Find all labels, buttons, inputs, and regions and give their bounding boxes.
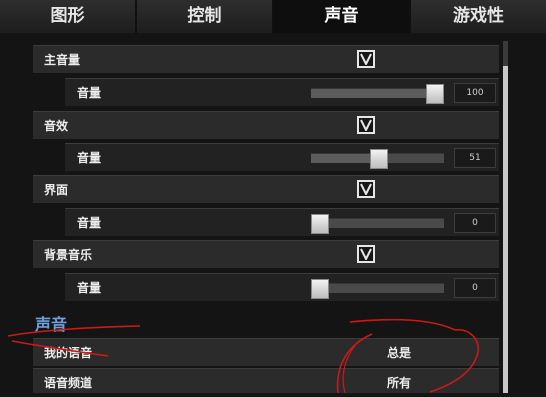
- sfx-volume-slider[interactable]: [311, 149, 444, 169]
- music-label: 背景音乐: [44, 248, 93, 262]
- scrollbar-track[interactable]: [503, 41, 508, 66]
- tab-controls[interactable]: 控制: [137, 0, 274, 33]
- music-sub-label: 音量: [77, 281, 102, 295]
- music-volume-slider[interactable]: [311, 279, 444, 299]
- check-icon: [360, 183, 372, 195]
- sfx-sub-row: 音量 51: [65, 143, 499, 171]
- master-volume-sub-row: 音量 100: [65, 78, 499, 106]
- master-volume-checkbox[interactable]: [357, 50, 375, 68]
- tab-sound[interactable]: 声音: [274, 0, 411, 33]
- sfx-label: 音效: [44, 119, 69, 133]
- slider-thumb[interactable]: [311, 214, 329, 234]
- master-volume-value[interactable]: 100: [454, 83, 496, 103]
- slider-thumb[interactable]: [311, 279, 329, 299]
- slider-thumb[interactable]: [426, 84, 444, 104]
- check-icon: [360, 119, 372, 131]
- slider-fill: [311, 89, 435, 98]
- my-voice-value[interactable]: 总是: [387, 339, 411, 367]
- sfx-row: 音效: [33, 111, 499, 139]
- voice-section-title: 声音: [35, 315, 68, 334]
- ui-sub-row: 音量 0: [65, 208, 499, 236]
- check-icon: [360, 53, 372, 65]
- tab-graphics[interactable]: 图形: [0, 0, 137, 33]
- music-checkbox[interactable]: [357, 245, 375, 263]
- ui-sub-label: 音量: [77, 216, 102, 230]
- music-volume-value[interactable]: 0: [454, 278, 496, 298]
- slider-fill: [311, 154, 379, 163]
- music-row: 背景音乐: [33, 240, 499, 268]
- check-icon: [360, 248, 372, 260]
- ui-volume-value[interactable]: 0: [454, 213, 496, 233]
- sfx-volume-value[interactable]: 51: [454, 148, 496, 168]
- sfx-sub-label: 音量: [77, 151, 102, 165]
- master-volume-sub-label: 音量: [77, 86, 102, 100]
- ui-row: 界面: [33, 175, 499, 203]
- ui-label: 界面: [44, 183, 69, 197]
- my-voice-label: 我的语音: [44, 346, 93, 360]
- my-voice-row[interactable]: 我的语音 总是: [33, 338, 499, 366]
- master-volume-slider[interactable]: [311, 84, 444, 104]
- sfx-checkbox[interactable]: [357, 116, 375, 134]
- music-sub-row: 音量 0: [65, 273, 499, 301]
- ui-volume-slider[interactable]: [311, 214, 444, 234]
- tab-bar: 图形 控制 声音 游戏性: [0, 0, 546, 33]
- tab-gameplay[interactable]: 游戏性: [411, 0, 546, 33]
- ui-checkbox[interactable]: [357, 180, 375, 198]
- master-volume-row: 主音量: [33, 45, 499, 73]
- slider-thumb[interactable]: [369, 149, 388, 169]
- master-volume-label: 主音量: [44, 53, 81, 67]
- voice-channel-row[interactable]: 语音频道 所有: [33, 368, 499, 393]
- scrollbar-thumb[interactable]: [503, 66, 508, 393]
